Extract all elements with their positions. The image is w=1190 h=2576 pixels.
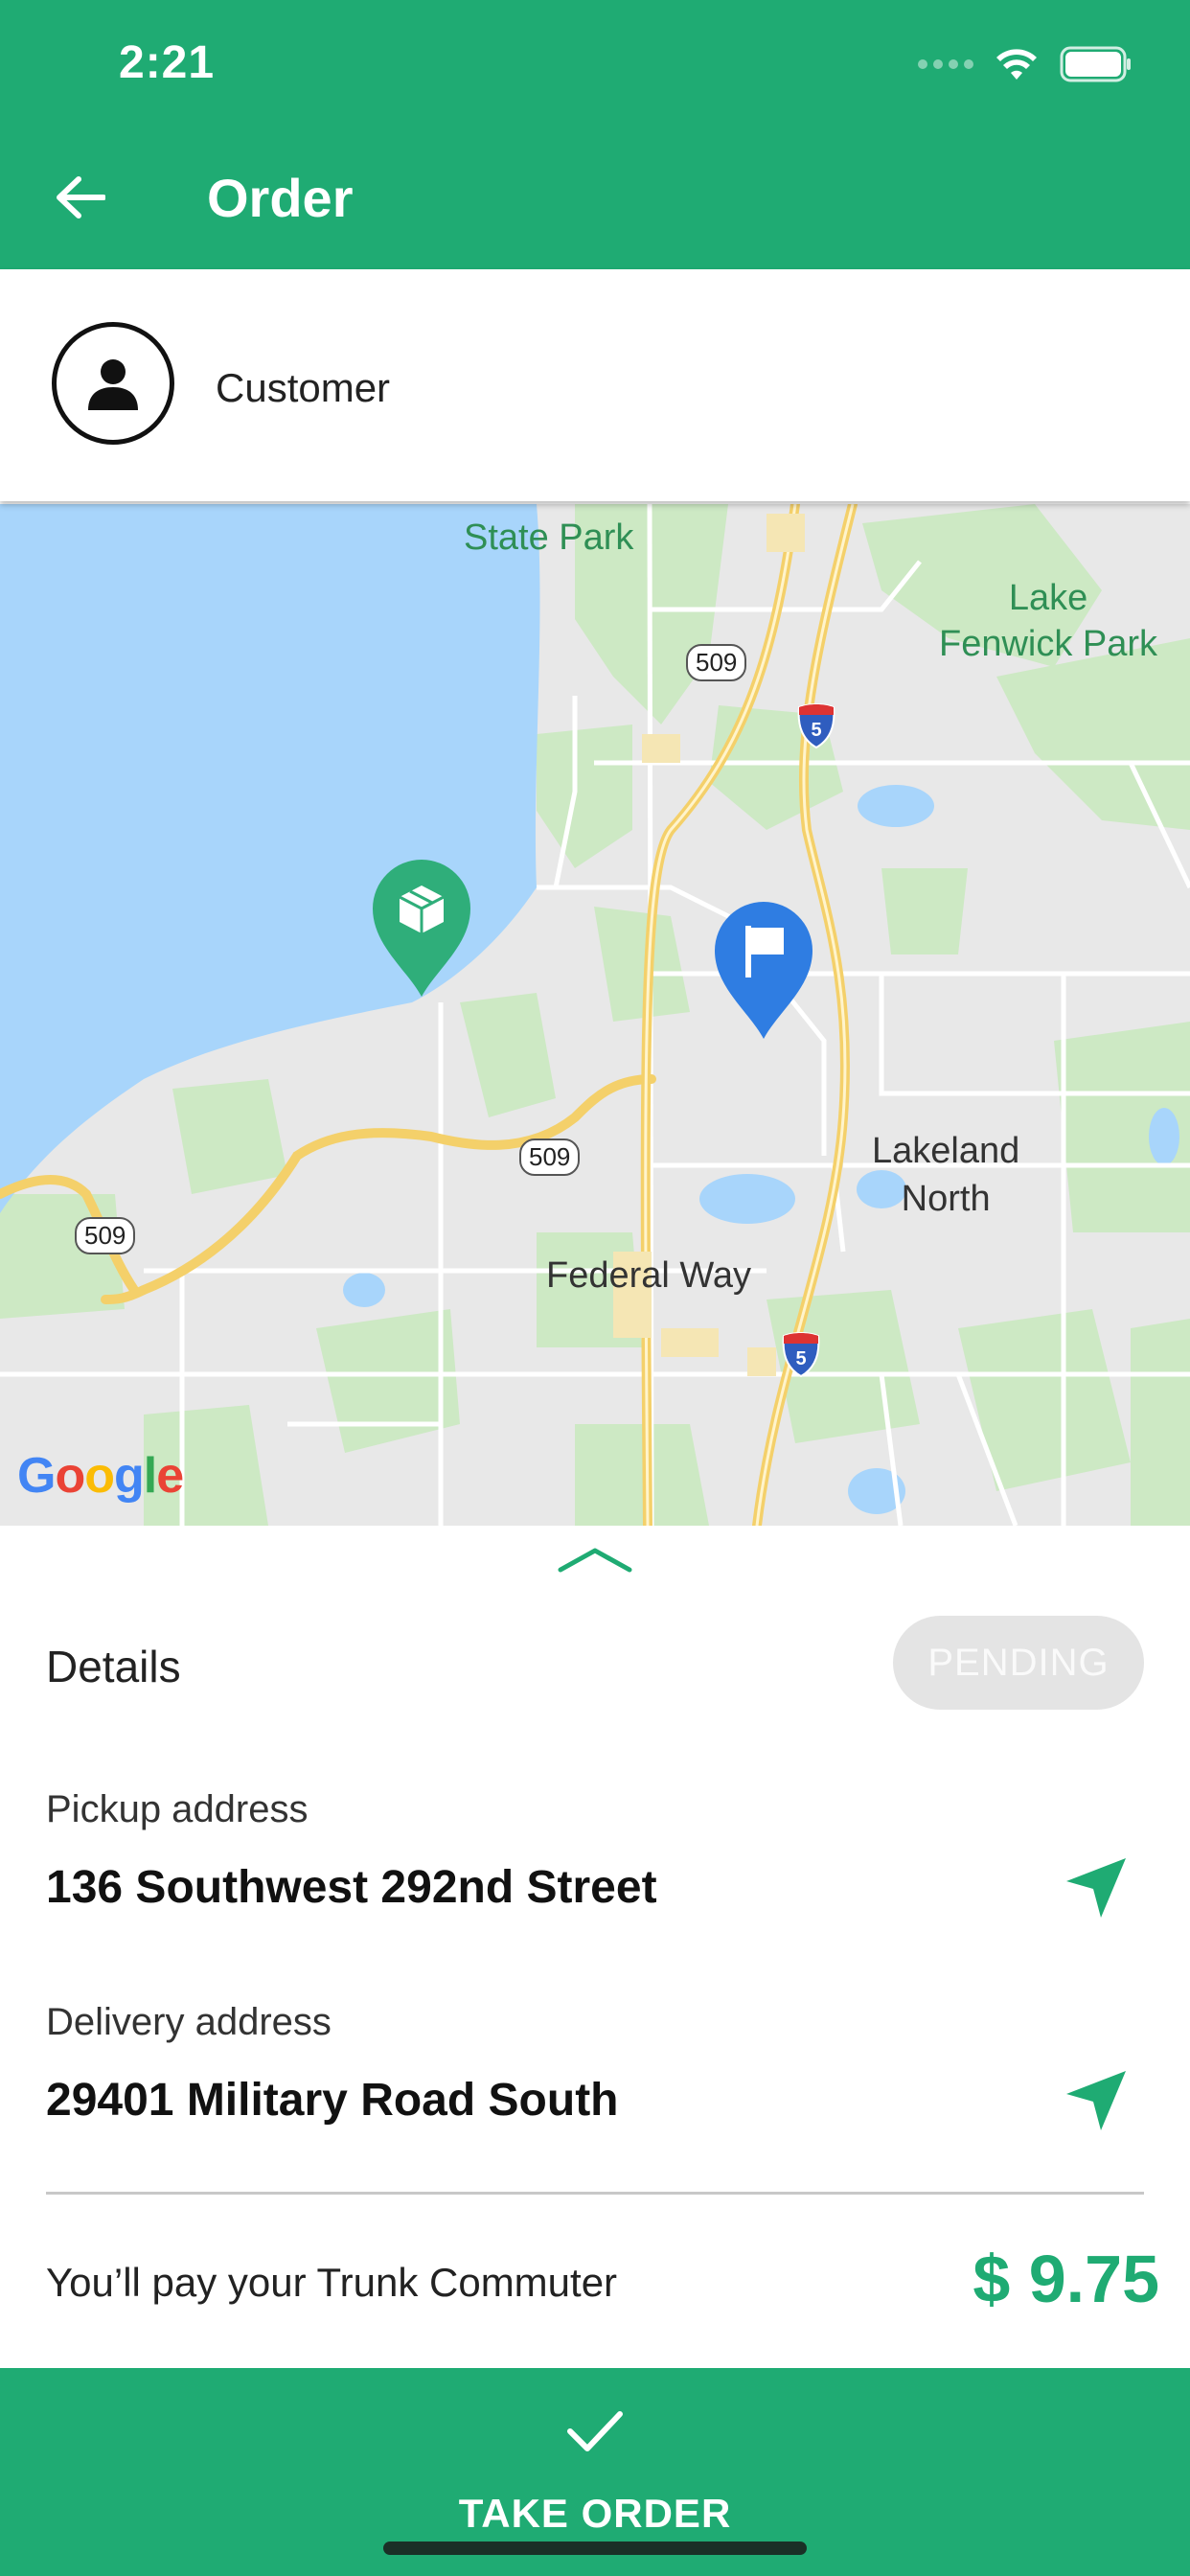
map-label-lake-fenwick-line1: Lake [1008,578,1088,618]
app-bar: 2:21 Order [0,0,1190,269]
map-label-lakeland-north: Lakeland North [872,1127,1019,1223]
navigation-arrow-icon [1066,1858,1126,1918]
person-icon [88,359,138,410]
interstate-5-number: 5 [811,720,821,741]
map-label-state-park: State Park [464,518,634,558]
map-label-lakeland-line2: North [901,1179,991,1219]
status-time: 2:21 [119,37,216,88]
home-indicator [383,2542,807,2555]
delivery-address-label: Delivery address [46,2001,332,2043]
map-label-federal-way: Federal Way [546,1255,751,1296]
map-label-lake-fenwick-line2: Fenwick Park [939,624,1158,664]
status-icons [918,42,1133,86]
payment-text: You’ll pay your Trunk Commuter [46,2260,618,2305]
map-label-lakeland-line1: Lakeland [872,1131,1020,1171]
back-arrow-icon [57,176,105,218]
pickup-address-label: Pickup address [46,1788,309,1830]
route-509-shield: 509 [75,1217,136,1254]
map-label-lake-fenwick-park: Lake Fenwick Park [939,575,1157,667]
back-button[interactable] [44,161,117,234]
customer-name: Customer [216,365,391,410]
delivery-marker[interactable] [711,899,816,1043]
navigation-arrow-icon [1066,2071,1126,2130]
pickup-marker[interactable] [369,857,474,1000]
interstate-5-shield: 5 [797,703,835,749]
pickup-navigate-button[interactable] [1060,1852,1133,1924]
divider [46,2192,1144,2195]
interstate-5-number: 5 [795,1348,806,1369]
chevron-up-icon[interactable] [557,1545,633,1574]
status-badge: PENDING [893,1616,1144,1710]
delivery-address: 29401 Military Road South [46,2075,619,2126]
check-icon [567,2411,623,2451]
signal-icon [918,59,973,69]
route-509-shield: 509 [519,1138,581,1176]
details-title: Details [46,1642,181,1691]
page-title: Order [207,168,354,228]
payment-amount: $ 9.75 [973,2242,1159,2316]
map-view[interactable]: State Park Lake Fenwick Park Lakeland No… [0,504,1190,1526]
delivery-navigate-button[interactable] [1060,2064,1133,2137]
route-509-shield: 509 [686,644,747,681]
interstate-5-shield: 5 [782,1332,820,1378]
avatar [52,322,174,445]
battery-icon [1060,46,1131,82]
customer-card[interactable]: Customer [0,269,1190,501]
wifi-icon [996,49,1037,80]
pickup-address: 136 Southwest 292nd Street [46,1862,657,1913]
take-order-label: TAKE ORDER [458,2491,732,2536]
google-logo: Google [17,1448,184,1504]
